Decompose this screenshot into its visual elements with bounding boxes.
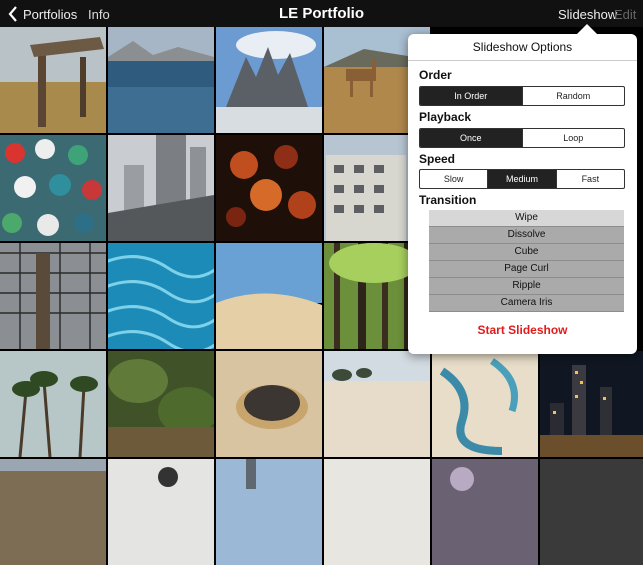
- back-button[interactable]: Portfolios: [8, 5, 77, 23]
- speed-segmented-control: Slow Medium Fast: [419, 169, 625, 189]
- transition-picker: Wipe Dissolve Cube Page Curl Ripple Came…: [429, 210, 624, 312]
- transition-option-dissolve[interactable]: Dissolve: [429, 227, 624, 244]
- transition-option-cube[interactable]: Cube: [429, 244, 624, 261]
- start-slideshow-button[interactable]: Start Slideshow: [408, 323, 637, 337]
- transition-option-camera-iris[interactable]: Camera Iris: [429, 295, 624, 312]
- photo-thumbnail[interactable]: [108, 135, 214, 241]
- transition-label: Transition: [419, 193, 477, 207]
- playback-segmented-control: Once Loop: [419, 128, 625, 148]
- photo-thumbnail[interactable]: [0, 243, 106, 349]
- photo-thumbnail[interactable]: [0, 459, 106, 565]
- speed-label: Speed: [419, 152, 456, 166]
- transition-option-page-curl[interactable]: Page Curl: [429, 261, 624, 278]
- speed-option-medium[interactable]: Medium: [488, 170, 557, 188]
- transition-option-wipe[interactable]: Wipe: [429, 210, 624, 227]
- photo-thumbnail[interactable]: [324, 459, 430, 565]
- photo-thumbnail[interactable]: [216, 135, 322, 241]
- order-segmented-control: In Order Random: [419, 86, 625, 106]
- slideshow-options-popover: Slideshow Options Order In Order Random …: [408, 34, 637, 354]
- popover-arrow: [577, 24, 597, 34]
- edit-button[interactable]: Edit: [614, 7, 636, 22]
- playback-option-loop[interactable]: Loop: [523, 129, 625, 147]
- back-button-label: Portfolios: [23, 6, 78, 22]
- transition-option-ripple[interactable]: Ripple: [429, 278, 624, 295]
- order-option-in-order[interactable]: In Order: [420, 87, 523, 105]
- photo-thumbnail[interactable]: [216, 243, 322, 349]
- order-option-random[interactable]: Random: [523, 87, 625, 105]
- playback-label: Playback: [419, 110, 472, 124]
- chevron-left-icon: [8, 6, 17, 22]
- speed-option-slow[interactable]: Slow: [420, 170, 489, 188]
- photo-thumbnail[interactable]: [216, 351, 322, 457]
- navigation-bar: Portfolios Info LE Portfolio Slideshow E…: [0, 0, 643, 27]
- photo-thumbnail[interactable]: [540, 459, 643, 565]
- photo-thumbnail[interactable]: [108, 351, 214, 457]
- photo-thumbnail[interactable]: [108, 27, 214, 133]
- speed-option-fast[interactable]: Fast: [557, 170, 624, 188]
- popover-title: Slideshow Options: [408, 34, 637, 61]
- photo-thumbnail[interactable]: [540, 351, 643, 457]
- photo-thumbnail[interactable]: [108, 459, 214, 565]
- playback-option-once[interactable]: Once: [420, 129, 523, 147]
- photo-thumbnail[interactable]: [0, 27, 106, 133]
- order-label: Order: [419, 68, 452, 82]
- photo-thumbnail[interactable]: [108, 243, 214, 349]
- slideshow-button[interactable]: Slideshow: [558, 7, 617, 22]
- photo-thumbnail[interactable]: [432, 459, 538, 565]
- photo-thumbnail[interactable]: [324, 351, 430, 457]
- photo-thumbnail[interactable]: [0, 351, 106, 457]
- photo-thumbnail[interactable]: [216, 27, 322, 133]
- photo-thumbnail[interactable]: [216, 459, 322, 565]
- photo-thumbnail[interactable]: [432, 351, 538, 457]
- info-button[interactable]: Info: [88, 7, 110, 22]
- photo-thumbnail[interactable]: [0, 135, 106, 241]
